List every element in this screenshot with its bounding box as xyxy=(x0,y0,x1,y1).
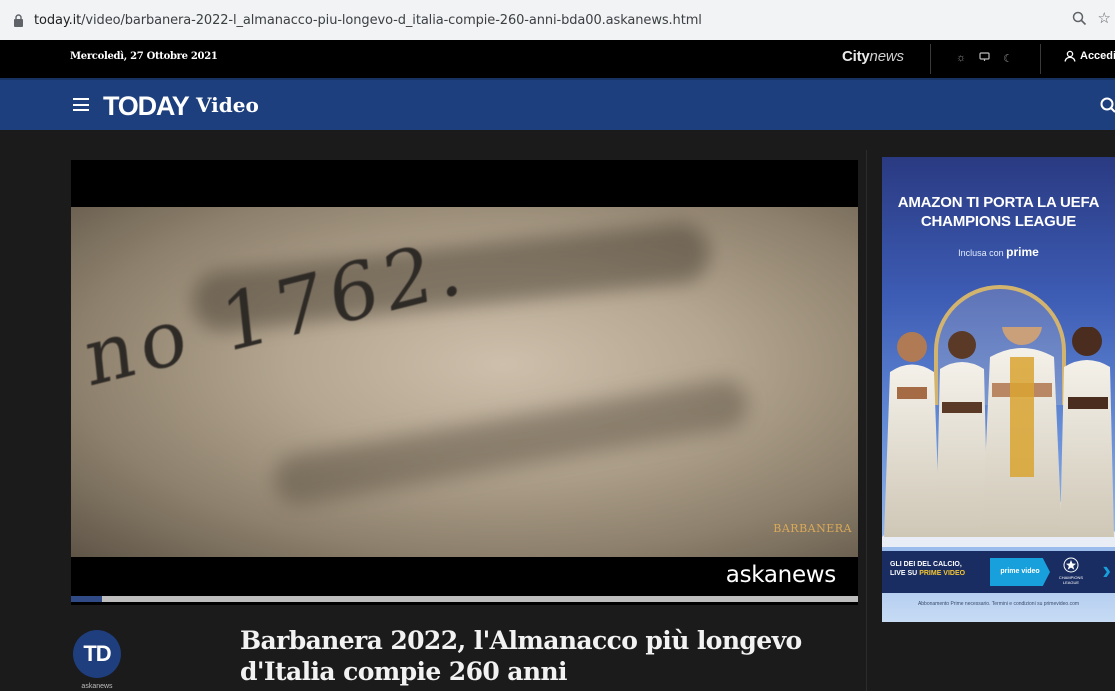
champions-league-label: CHAMPIONS LEAGUE xyxy=(1058,575,1084,585)
url-text[interactable]: today.it/video/barbanera-2022-l_almanacc… xyxy=(34,13,702,28)
today-logo[interactable]: TODAY xyxy=(103,91,190,122)
sun-icon[interactable]: ☼ xyxy=(956,52,966,65)
ad-sub-brand: prime xyxy=(1006,245,1039,259)
ad-sub-prefix: Inclusa con xyxy=(958,248,1004,258)
video-player[interactable]: no 1762. BARBANERA askanews xyxy=(71,160,858,605)
ad-banner-line2-brand: PRIME VIDEO xyxy=(919,570,966,577)
separator xyxy=(1040,44,1041,74)
ad-banner-line1: GLI DEI DEL CALCIO, xyxy=(890,561,962,568)
source-name: askanews xyxy=(81,683,113,690)
article-headline: Barbanera 2022, l'Almanacco più longevo … xyxy=(240,626,802,686)
ad-banner-line2-prefix: LIVE SU xyxy=(890,570,918,577)
video-progress-played xyxy=(71,596,103,602)
askanews-watermark: askanews xyxy=(725,562,837,588)
ad-bottom-banner[interactable]: GLI DEI DEL CALCIO, LIVE SU PRIME VIDEO p… xyxy=(882,551,1115,593)
citynews-logo-prefix: City xyxy=(842,48,870,65)
lock-icon[interactable] xyxy=(12,13,24,27)
current-date: Mercoledì, 27 Ottobre 2021 xyxy=(70,51,218,62)
url-path: /video/barbanera-2022-l_almanacco-piu-lo… xyxy=(81,12,702,28)
source-initials: TD xyxy=(83,641,111,666)
hamburger-menu-icon[interactable] xyxy=(73,98,89,111)
ad-banner-text: GLI DEI DEL CALCIO, LIVE SU PRIME VIDEO xyxy=(890,560,965,578)
moon-icon[interactable]: ☾ xyxy=(1003,52,1013,65)
video-frame: no 1762. BARBANERA xyxy=(71,207,858,557)
login-button[interactable]: Accedi xyxy=(1064,50,1115,62)
ad-players-illustration xyxy=(882,327,1115,547)
source-avatar[interactable]: TD xyxy=(73,630,121,678)
champions-league-logo: CHAMPIONS LEAGUE xyxy=(1058,557,1084,587)
ad-headline: AMAZON TI PORTA LA UEFA CHAMPIONS LEAGUE xyxy=(897,194,1100,230)
prime-video-badge: prime video xyxy=(990,558,1050,586)
advertisement-banner[interactable]: AMAZON TI PORTA LA UEFA CHAMPIONS LEAGUE… xyxy=(882,157,1115,622)
barbanera-logo: BARBANERA xyxy=(773,522,852,535)
chevron-right-icon: › xyxy=(1102,555,1111,585)
separator xyxy=(930,44,931,74)
blurred-print-bottom xyxy=(270,375,752,509)
column-divider xyxy=(866,150,867,691)
monitor-icon[interactable] xyxy=(979,52,990,65)
user-icon xyxy=(1064,50,1076,62)
theme-switcher: ☼ ☾ xyxy=(956,52,1013,65)
ad-fine-print: Abbonamento Prime necessario. Termini e … xyxy=(917,601,1080,607)
bookmark-star-icon[interactable]: ☆ xyxy=(1098,9,1111,27)
video-progress-bar[interactable] xyxy=(71,596,858,602)
ad-subline: Inclusa con prime xyxy=(882,245,1115,259)
starball-icon xyxy=(1063,557,1079,573)
browser-address-bar[interactable]: today.it/video/barbanera-2022-l_almanacc… xyxy=(0,0,1115,40)
search-icon[interactable] xyxy=(1100,97,1115,113)
url-host: today.it xyxy=(34,12,82,28)
section-title[interactable]: Video xyxy=(196,93,259,117)
main-navbar: TODAY Video xyxy=(0,78,1115,130)
top-strip: Mercoledì, 27 Ottobre 2021 Citynews ☼ ☾ … xyxy=(0,40,1115,78)
citynews-logo-suffix: news xyxy=(869,48,904,65)
zoom-icon[interactable] xyxy=(1072,11,1087,31)
frame-print-text: no 1762. xyxy=(81,219,473,406)
citynews-logo[interactable]: Citynews xyxy=(842,48,904,65)
login-label: Accedi xyxy=(1080,50,1115,62)
